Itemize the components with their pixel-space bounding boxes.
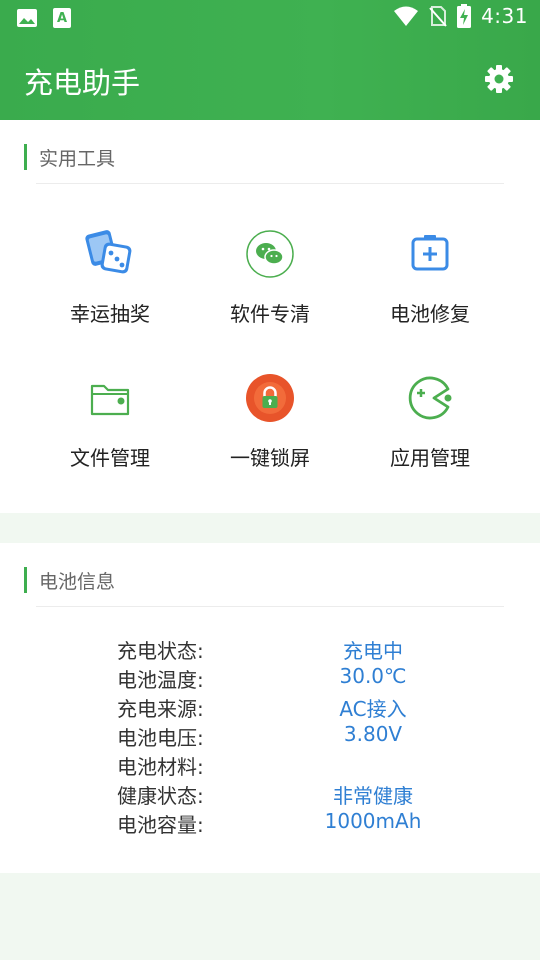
app-store-icon: A [53, 8, 71, 28]
wechat-icon [246, 230, 294, 278]
info-value: 3.80V [343, 722, 403, 746]
battery-info-card: 电池信息 充电状态: 充电中 电池温度: 30.0℃ 充电来源: AC接入 电池… [0, 543, 540, 873]
dice-icon [85, 230, 132, 274]
page-title: 充电助手 [24, 66, 141, 100]
info-row-capacity: 电池容量: 1000mAh [0, 809, 540, 838]
tool-label: 应用管理 [390, 446, 470, 470]
tools-section-header: 实用工具 [24, 144, 115, 170]
info-row-material: 电池材料: [0, 751, 540, 780]
info-row-charge-status: 充电状态: 充电中 [0, 635, 540, 664]
info-value: 非常健康 [333, 784, 413, 808]
info-value: 30.0℃ [339, 664, 407, 688]
pacman-icon [408, 376, 452, 420]
battery-charging-icon [457, 4, 472, 28]
tool-lucky-draw[interactable]: 幸运抽奖 [30, 228, 190, 327]
info-value: AC接入 [339, 697, 407, 721]
battery-repair-icon [411, 235, 449, 271]
divider [36, 183, 504, 184]
divider [36, 606, 504, 607]
battery-section-title: 电池信息 [39, 570, 116, 593]
wifi-icon [394, 6, 419, 26]
info-row-voltage: 电池电压: 3.80V [0, 722, 540, 751]
folder-icon [90, 384, 130, 416]
info-value: 充电中 [343, 639, 403, 663]
tool-app-manager[interactable]: 应用管理 [350, 372, 510, 471]
tool-label: 电池修复 [390, 302, 470, 326]
no-sim-icon [429, 6, 447, 27]
info-key: 电池温度: [117, 668, 204, 692]
tools-card: 实用工具 幸运抽奖 软件专清 电池修复 文件管理 一键锁屏 应用管理 [0, 120, 540, 513]
tool-battery-repair[interactable]: 电池修复 [350, 228, 510, 327]
app-header: A 4:31 充电助手 [0, 0, 540, 120]
image-icon [17, 9, 37, 27]
tool-label: 文件管理 [70, 446, 150, 470]
svg-text:A: A [57, 11, 67, 26]
gear-icon[interactable] [484, 64, 514, 94]
battery-section-header: 电池信息 [24, 567, 115, 593]
tool-file-manager[interactable]: 文件管理 [30, 372, 190, 471]
tool-lock-screen[interactable]: 一键锁屏 [190, 372, 350, 471]
tool-label: 一键锁屏 [230, 446, 310, 470]
tool-label: 幸运抽奖 [70, 302, 150, 326]
info-row-temperature: 电池温度: 30.0℃ [0, 664, 540, 693]
status-bar: A 4:31 [0, 0, 540, 36]
info-key: 电池材料: [117, 755, 204, 779]
status-time: 4:31 [481, 4, 528, 28]
tools-section-title: 实用工具 [39, 147, 116, 170]
tool-app-clean[interactable]: 软件专清 [190, 228, 350, 327]
tool-label: 软件专清 [230, 302, 310, 326]
section-accent-bar [24, 144, 27, 170]
info-row-source: 充电来源: AC接入 [0, 693, 540, 722]
info-value: 1000mAh [324, 809, 422, 833]
info-key: 电池电压: [117, 726, 204, 750]
info-key: 充电状态: [117, 639, 204, 663]
lock-icon [246, 374, 294, 422]
info-key: 电池容量: [117, 813, 204, 837]
info-key: 健康状态: [117, 784, 204, 808]
info-key: 充电来源: [117, 697, 204, 721]
info-row-health: 健康状态: 非常健康 [0, 780, 540, 809]
section-accent-bar [24, 567, 27, 593]
